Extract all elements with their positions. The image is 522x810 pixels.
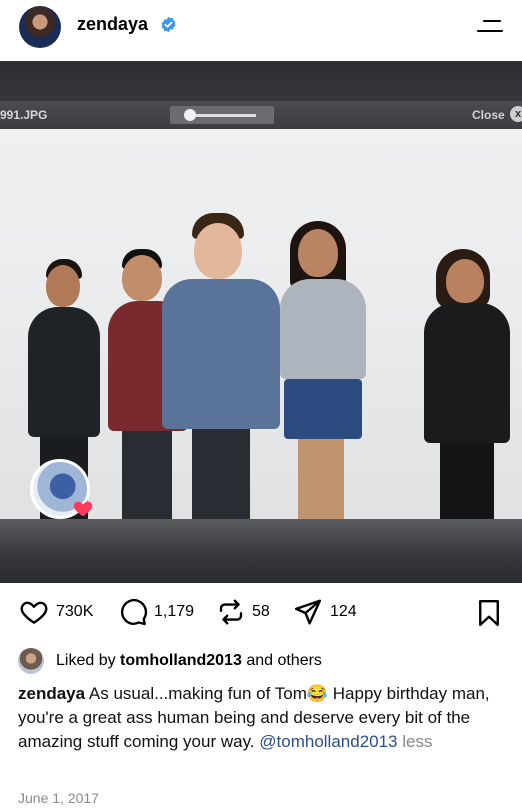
less-link[interactable]: less [402,732,432,751]
share-count: 124 [330,603,357,620]
caption-author[interactable]: zendaya [18,684,85,703]
liked-by-prefix: Liked by [56,652,116,669]
author-avatar[interactable] [19,6,61,48]
verified-badge-icon [161,16,176,33]
close-label: Close [472,108,505,122]
liked-by-user[interactable]: tomholland2013 [120,652,242,670]
liker-avatar[interactable] [18,648,44,674]
person-figure [162,213,280,519]
like-action[interactable]: 730K [18,596,93,628]
caption-text: As usual...making fun of Tom [88,684,307,703]
person-figure [410,249,522,529]
post-header: zendaya [0,0,522,58]
bookmark-icon[interactable] [474,598,504,628]
monitor-bezel [0,519,522,583]
photo-screen [0,129,522,529]
heart-icon[interactable] [18,597,50,627]
comment-count: 1,179 [154,603,195,620]
comment-icon[interactable] [118,597,148,627]
post-date: June 1, 2017 [18,790,99,806]
like-count: 730K [56,603,94,620]
person-figure [280,221,366,519]
share-icon[interactable] [292,597,324,627]
laughing-emoji: 😂 [306,684,329,703]
image-filename: 991.JPG [0,108,48,122]
author-username[interactable]: zendaya [77,14,148,35]
zoom-slider [170,106,274,124]
repost-icon[interactable] [216,597,246,627]
post-caption: zendaya As usual...making fun of Tom😂 Ha… [18,682,514,754]
repost-action[interactable]: 58 [216,596,270,628]
post-photo[interactable]: 991.JPG Close x [0,61,522,583]
post-actions: 730K 1,179 58 124 [0,596,522,632]
comment-action[interactable]: 1,179 [118,596,194,628]
share-action[interactable]: 124 [292,596,357,628]
mention-link[interactable]: @tomholland2013 [259,732,397,751]
liked-by-suffix[interactable]: and others [246,652,322,670]
liked-by: Liked by tomholland2013 and others [18,648,322,674]
menu-icon[interactable] [477,16,507,38]
repost-count: 58 [252,603,270,620]
heart-icon [73,501,93,517]
close-icon: x [510,106,522,122]
